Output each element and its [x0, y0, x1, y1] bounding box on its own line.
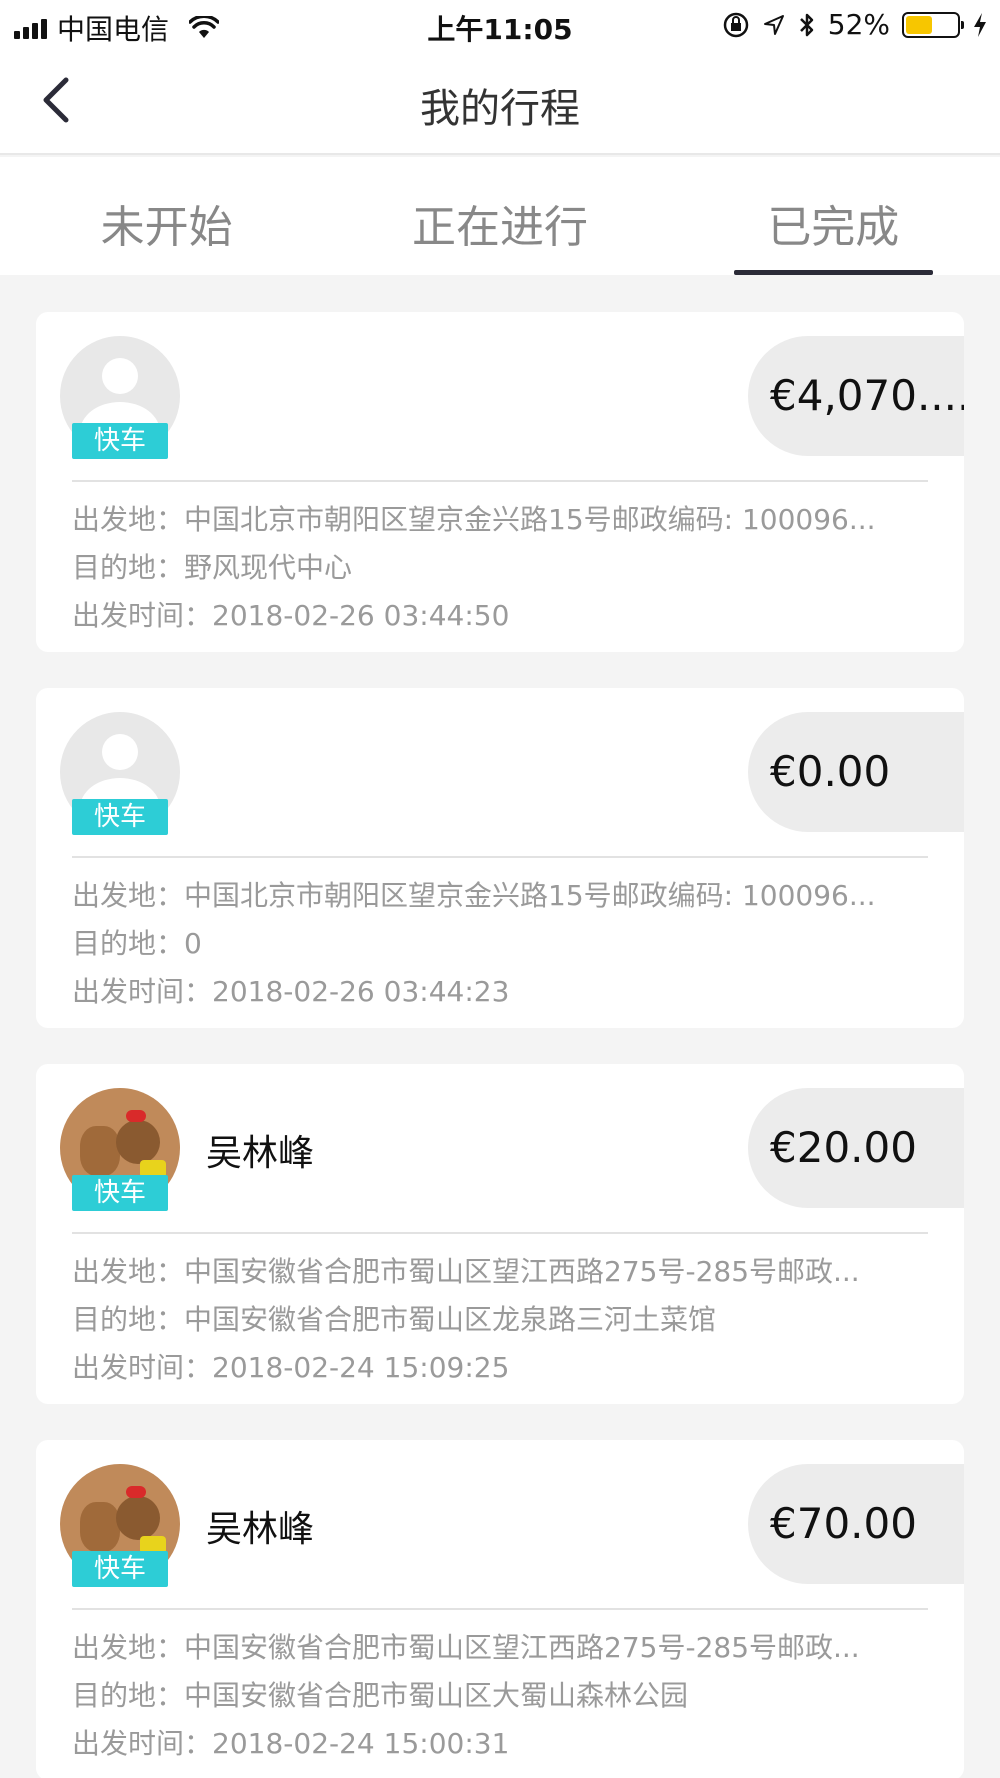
tab-in-progress[interactable]: 正在进行: [333, 157, 666, 275]
departure-time-line: 出发时间：2018-02-24 15:00:31: [72, 1727, 510, 1760]
destination-line: 目的地：中国安徽省合肥市蜀山区大蜀山森林公园: [72, 1679, 689, 1712]
departure-time-line: 出发时间：2018-02-24 15:09:25: [72, 1351, 510, 1384]
charging-bolt-icon: [974, 12, 986, 37]
rotation-lock-icon: [723, 12, 749, 37]
bluetooth-icon: [799, 13, 814, 36]
destination-line: 目的地：中国安徽省合肥市蜀山区龙泉路三河土菜馆: [72, 1303, 717, 1336]
trip-price: €4,070....: [748, 336, 964, 456]
tab-completed[interactable]: 已完成: [667, 157, 1000, 275]
tab-label: 未开始: [100, 202, 233, 253]
status-bar: 中国电信 上午11:05 52%: [0, 0, 1000, 50]
departure-time-line: 出发时间：2018-02-26 03:44:50: [72, 599, 510, 632]
driver-name: 吴林峰: [206, 1133, 315, 1174]
battery-fill: [906, 15, 932, 34]
driver-name: 吴林峰: [206, 1509, 315, 1550]
trip-list: 快车 €4,070.... 出发地：中国北京市朝阳区望京金兴路15号邮政编码: …: [36, 312, 964, 1778]
departure-time-line: 出发时间：2018-02-26 03:44:23: [72, 975, 510, 1008]
trip-price: €20.00: [748, 1088, 964, 1208]
tab-not-started[interactable]: 未开始: [0, 157, 333, 275]
divider: [72, 480, 928, 482]
ride-type-tag: 快车: [72, 423, 168, 459]
divider: [72, 856, 928, 858]
origin-line: 出发地：中国安徽省合肥市蜀山区望江西路275号-285号邮政...: [72, 1255, 860, 1288]
ride-type-tag: 快车: [72, 799, 168, 835]
active-tab-indicator: [733, 270, 933, 275]
tab-label: 已完成: [767, 202, 900, 253]
trip-price: €70.00: [748, 1464, 964, 1584]
nav-bar: 我的行程: [0, 50, 1000, 155]
ride-type-tag: 快车: [72, 1551, 168, 1587]
battery-icon: [902, 11, 964, 38]
divider: [72, 1232, 928, 1234]
trip-card[interactable]: 快车 吴林峰 €20.00 出发地：中国安徽省合肥市蜀山区望江西路275号-28…: [36, 1064, 964, 1404]
divider: [72, 1608, 928, 1610]
ride-type-tag: 快车: [72, 1175, 168, 1211]
destination-line: 目的地：野风现代中心: [72, 551, 353, 584]
battery-percent: 52%: [827, 8, 890, 41]
origin-line: 出发地：中国北京市朝阳区望京金兴路15号邮政编码: 100096...: [72, 879, 876, 912]
page-title: 我的行程: [420, 86, 580, 132]
origin-line: 出发地：中国北京市朝阳区望京金兴路15号邮政编码: 100096...: [72, 503, 876, 536]
tab-label: 正在进行: [411, 202, 588, 253]
destination-line: 目的地：0: [72, 927, 202, 960]
trip-status-tabs: 未开始 正在进行 已完成: [0, 157, 1000, 275]
trip-card[interactable]: 快车 €0.00 出发地：中国北京市朝阳区望京金兴路15号邮政编码: 10009…: [36, 688, 964, 1028]
origin-line: 出发地：中国安徽省合肥市蜀山区望江西路275号-285号邮政...: [72, 1631, 860, 1664]
trip-card[interactable]: 快车 €4,070.... 出发地：中国北京市朝阳区望京金兴路15号邮政编码: …: [36, 312, 964, 652]
location-arrow-icon: [763, 14, 784, 35]
trip-card[interactable]: 快车 吴林峰 €70.00 出发地：中国安徽省合肥市蜀山区望江西路275号-28…: [36, 1440, 964, 1778]
trip-price: €0.00: [748, 712, 964, 832]
